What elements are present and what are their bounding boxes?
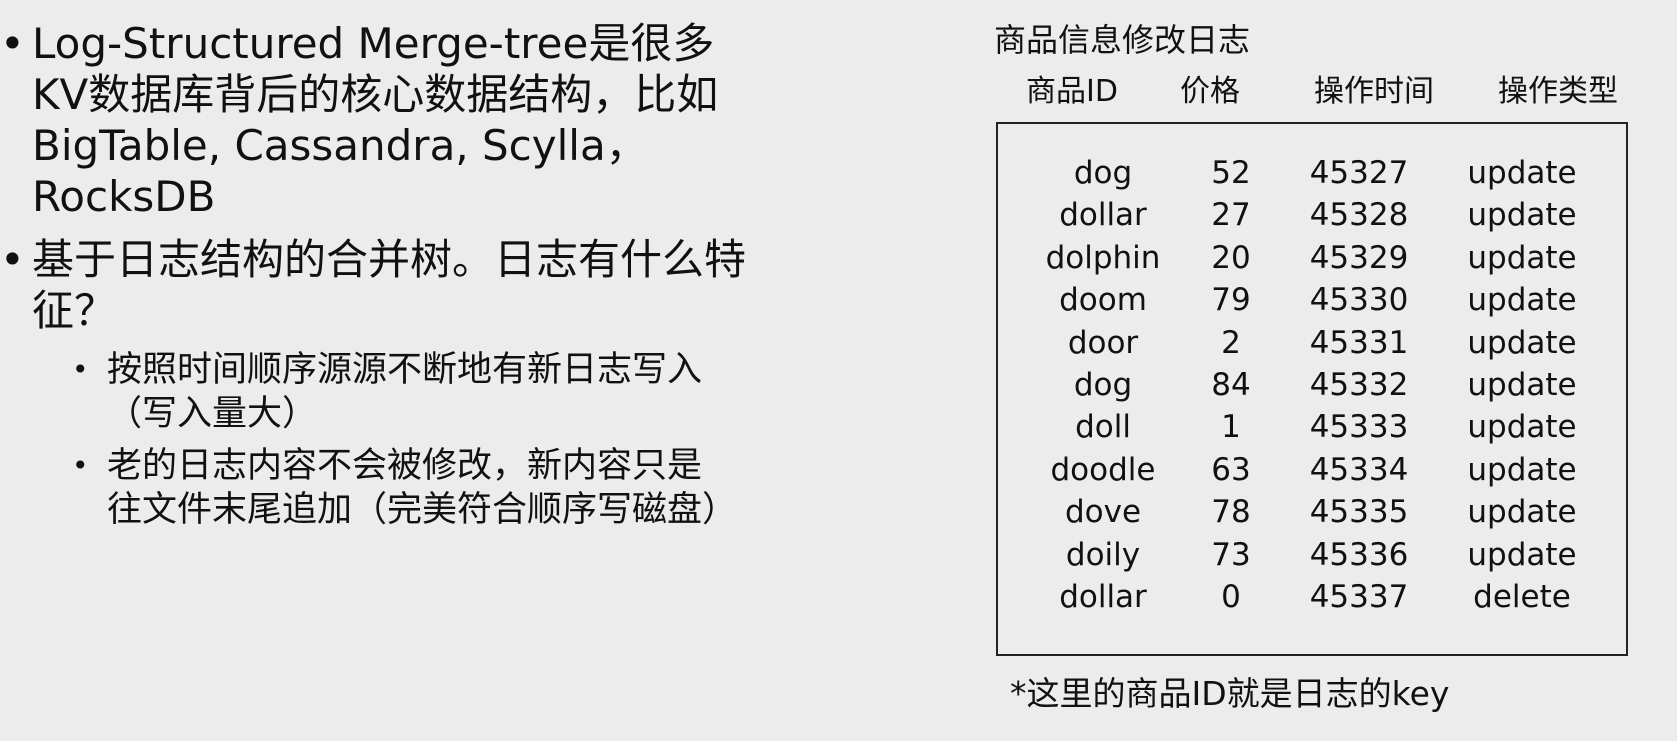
bullet-text: 基于日志结构的合并树。日志有什么特征？ — [32, 235, 747, 335]
cell-operation-time: 45334 — [1309, 451, 1409, 488]
cell-operation-type: update — [1467, 324, 1577, 361]
cell-product-id: doily — [1065, 536, 1141, 573]
cell-price: 27 — [1211, 197, 1251, 234]
cell-operation-type: update — [1467, 409, 1577, 446]
log-row: doodle 63 45334 update — [998, 449, 1626, 491]
cell-price: 0 — [1221, 579, 1241, 615]
cell-operation-type: update — [1467, 155, 1577, 191]
cell-operation-type: update — [1467, 536, 1577, 573]
log-table-header: 商品ID 价格 操作时间 操作类型 — [994, 62, 1634, 110]
cell-product-id: dollar — [1059, 579, 1147, 615]
bullet-text: Log-Structured Merge-tree是很多KV数据库背后的核心数据… — [32, 19, 719, 221]
bullet-list: • Log-Structured Merge-tree是很多KV数据库背后的核心… — [0, 18, 760, 540]
sub-bullet-dot: • — [72, 353, 89, 386]
log-note: *这里的商品ID就是日志的key — [1010, 674, 1450, 713]
log-row: dollar 27 45328 update — [998, 194, 1626, 236]
sub-bullet-text: 老的日志内容不会被修改，新内容只是往文件末尾追加（完美符合顺序写磁盘） — [107, 446, 738, 530]
log-row: doily 73 45336 update — [998, 534, 1626, 576]
cell-product-id: doodle — [1050, 451, 1156, 488]
cell-operation-time: 45327 — [1309, 155, 1409, 191]
header-operation-time: 操作时间 — [1314, 74, 1434, 109]
cell-price: 73 — [1211, 536, 1251, 573]
cell-operation-type: update — [1467, 197, 1577, 234]
cell-product-id: door — [1067, 324, 1139, 361]
header-product-id: 商品ID — [1026, 74, 1118, 109]
sub-bullet-write-volume: • 按照时间顺序源源不断地有新日志写入（写入量大） — [72, 348, 727, 436]
cell-product-id: dove — [1064, 494, 1142, 531]
cell-product-id: dollar — [1059, 197, 1147, 234]
cell-operation-time: 45333 — [1309, 409, 1409, 446]
cell-price: 52 — [1211, 155, 1251, 191]
cell-price: 79 — [1211, 282, 1251, 319]
log-panel: 商品信息修改日志 商品ID 价格 操作时间 操作类型 — [994, 18, 1634, 110]
cell-product-id: dog — [1073, 367, 1133, 403]
cell-price: 20 — [1211, 239, 1251, 276]
sub-bullet-text: 按照时间顺序源源不断地有新日志写入（写入量大） — [107, 350, 703, 434]
cell-price: 1 — [1221, 409, 1241, 446]
log-row: doom 79 45330 update — [998, 279, 1626, 321]
cell-product-id: doll — [1075, 409, 1131, 446]
log-table: dog 52 45327 update dollar 27 45328 update dolph… — [996, 122, 1628, 656]
cell-operation-time: 45330 — [1309, 282, 1409, 319]
log-row: door 2 45331 update — [998, 322, 1626, 364]
cell-operation-type: update — [1467, 239, 1577, 276]
cell-operation-type: update — [1467, 282, 1577, 319]
cell-operation-type: delete — [1473, 579, 1571, 615]
cell-operation-time: 45336 — [1309, 536, 1409, 573]
log-row: dog 84 45332 update — [998, 364, 1626, 406]
cell-product-id: doom — [1059, 282, 1147, 319]
header-price: 价格 — [1180, 74, 1240, 109]
log-row: dog 52 45327 update — [998, 152, 1626, 194]
cell-operation-time: 45337 — [1309, 579, 1409, 615]
bullet-lsm-intro: • Log-Structured Merge-tree是很多KV数据库背后的核心… — [0, 18, 760, 222]
log-row: dove 78 45335 update — [998, 491, 1626, 533]
bullet-dot: • — [0, 19, 25, 68]
bullet-dot: • — [0, 235, 25, 284]
cell-operation-time: 45332 — [1309, 367, 1409, 403]
sub-bullet-dot: • — [72, 449, 89, 482]
cell-price: 2 — [1221, 324, 1241, 361]
header-operation-type: 操作类型 — [1498, 74, 1618, 109]
cell-operation-time: 45329 — [1309, 239, 1409, 276]
log-title: 商品信息修改日志 — [994, 21, 1251, 59]
cell-operation-type: update — [1467, 367, 1577, 403]
cell-operation-time: 45335 — [1309, 494, 1409, 531]
log-row: dollar 0 45337 delete — [998, 576, 1626, 618]
cell-product-id: dog — [1073, 155, 1133, 191]
log-row: dolphin 20 45329 update — [998, 237, 1626, 279]
cell-operation-type: update — [1467, 494, 1577, 531]
cell-operation-type: update — [1467, 451, 1577, 488]
log-row: doll 1 45333 update — [998, 406, 1626, 448]
sub-bullet-append-only: • 老的日志内容不会被修改，新内容只是往文件末尾追加（完美符合顺序写磁盘） — [72, 444, 737, 532]
cell-price: 84 — [1211, 367, 1251, 403]
cell-product-id: dolphin — [1045, 239, 1161, 276]
cell-price: 63 — [1211, 451, 1251, 488]
cell-price: 78 — [1211, 494, 1251, 531]
bullet-log-features: • 基于日志结构的合并树。日志有什么特征？ — [0, 234, 760, 336]
cell-operation-time: 45331 — [1309, 324, 1409, 361]
cell-operation-time: 45328 — [1309, 197, 1409, 234]
